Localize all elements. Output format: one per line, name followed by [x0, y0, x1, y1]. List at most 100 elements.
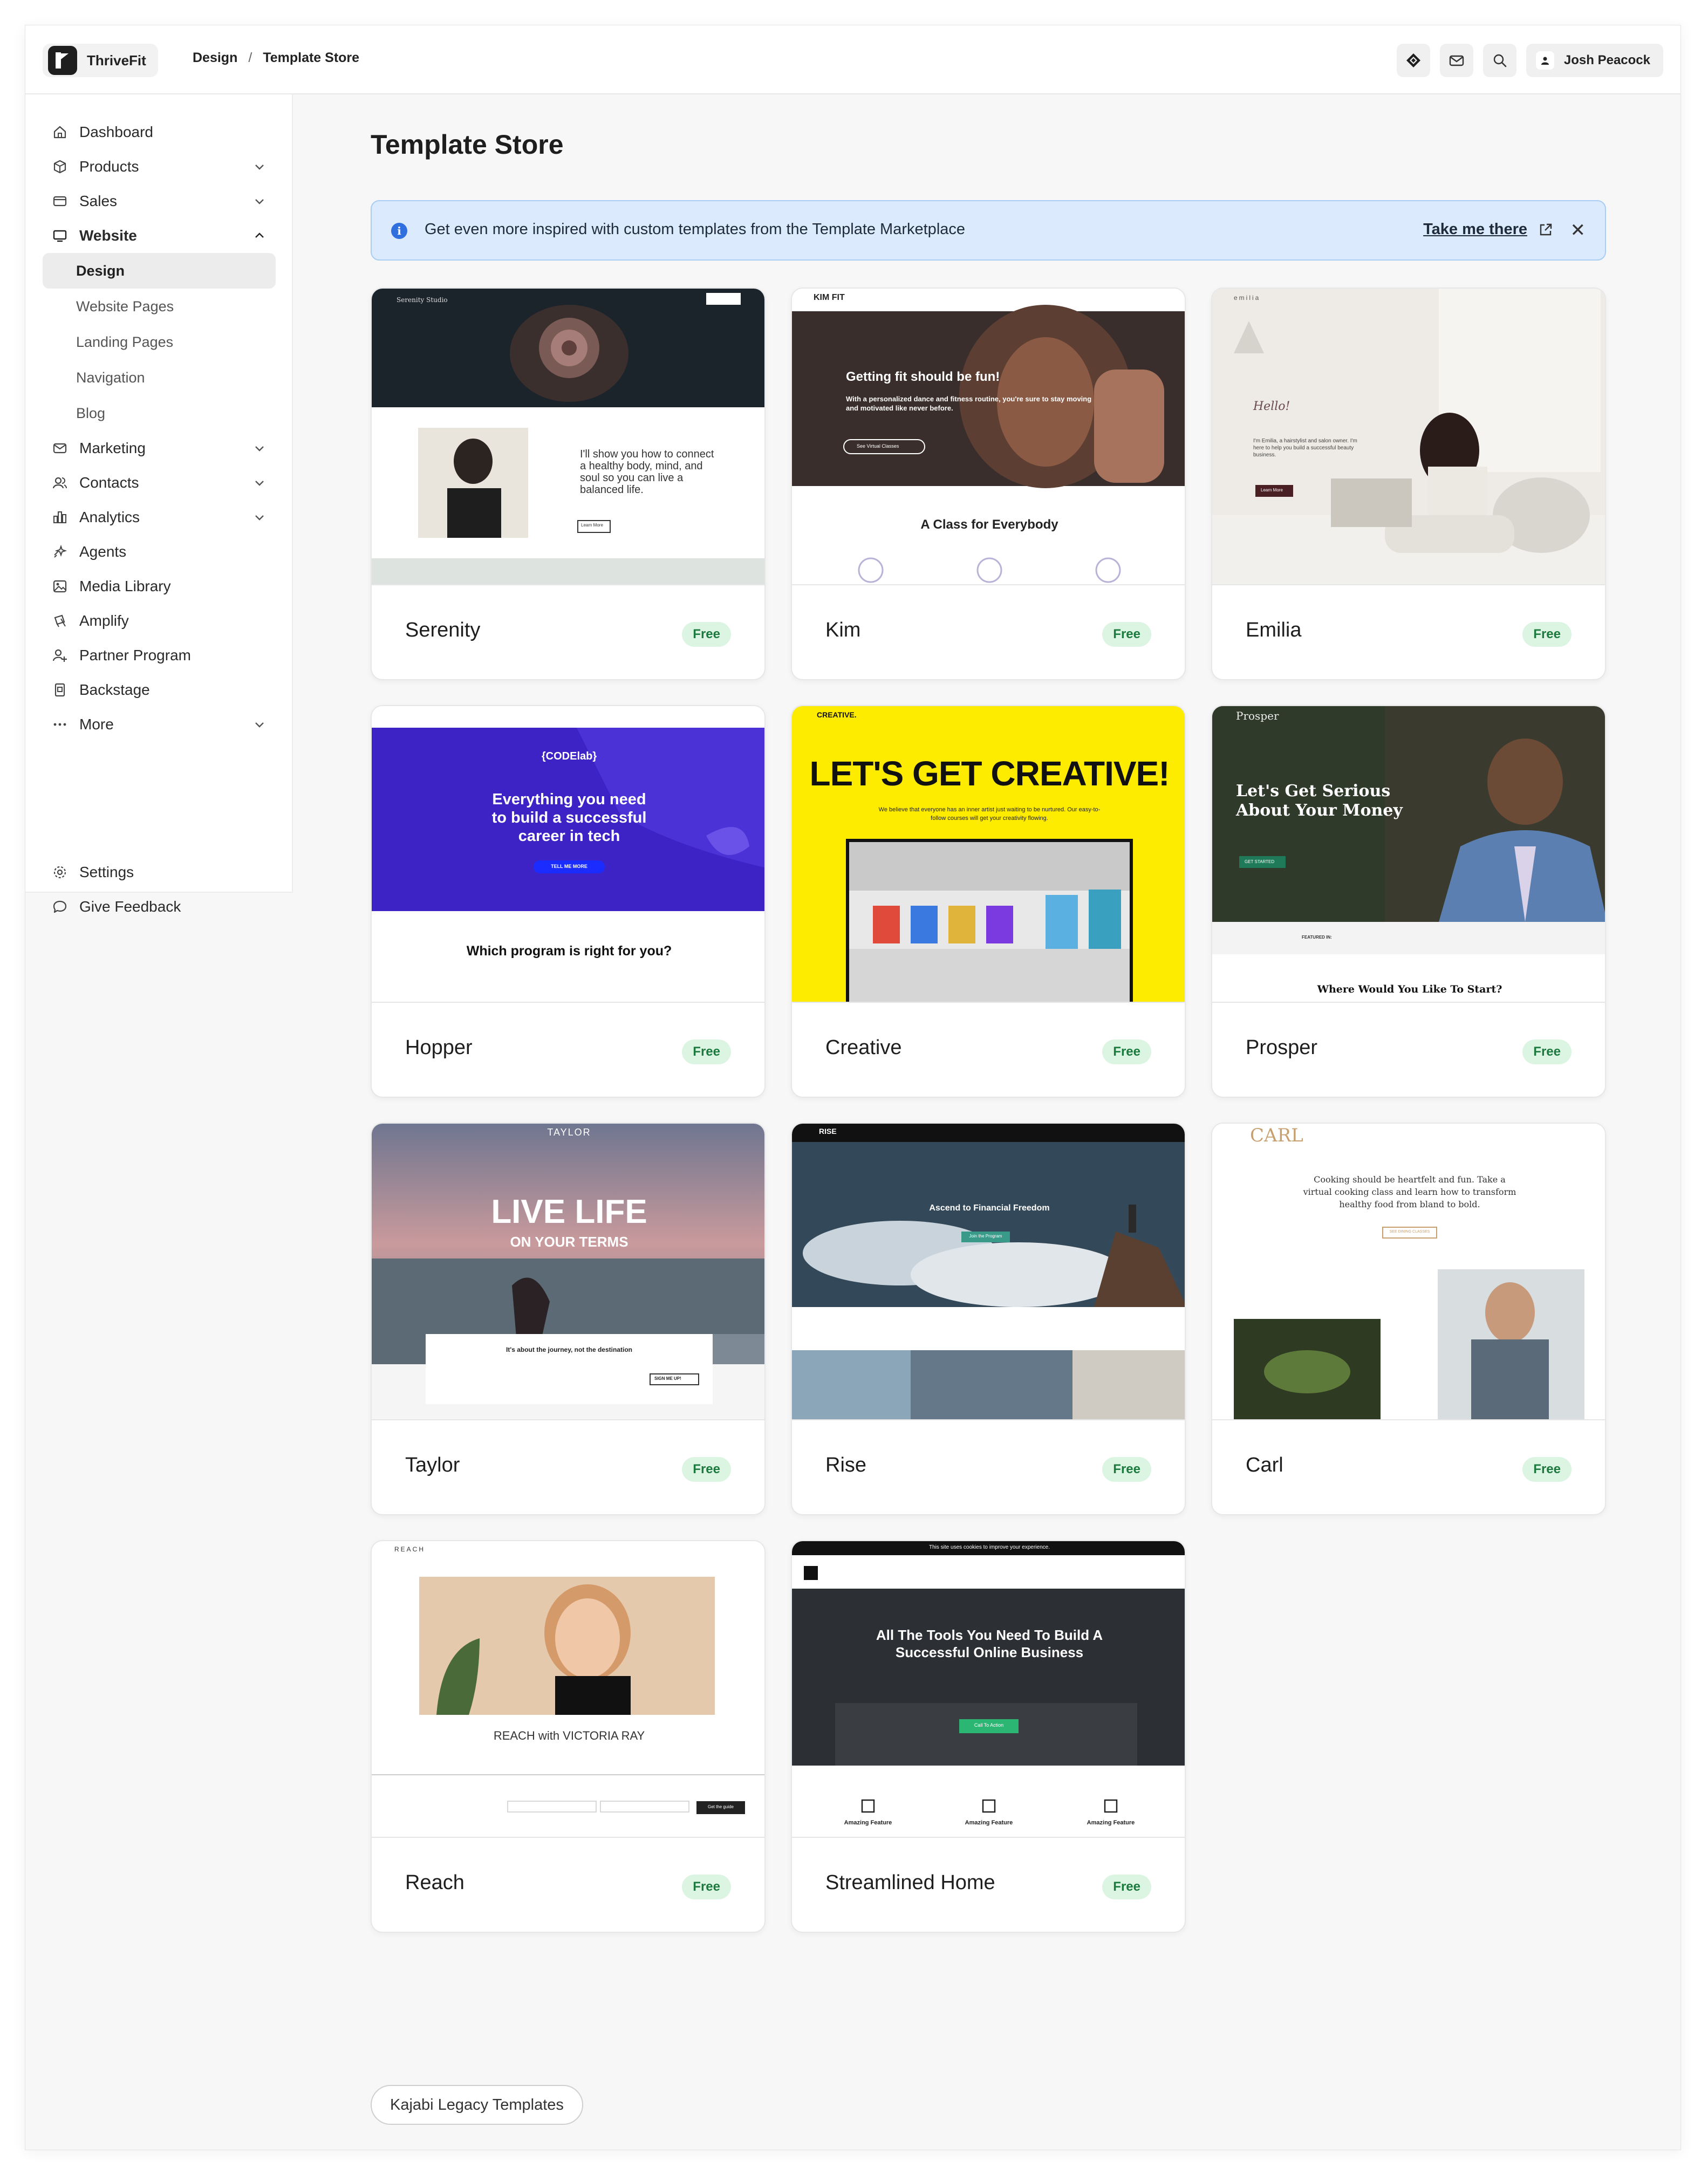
chevron-up-icon[interactable]	[253, 229, 266, 242]
sidebar-subitem-design[interactable]: Design	[43, 253, 276, 289]
preview-sub: ON YOUR TERMS	[510, 1234, 628, 1250]
preview-cta: Learn More	[1261, 488, 1283, 493]
breadcrumb-separator: /	[248, 50, 252, 65]
template-card-rise[interactable]: RISE Ascend to Financial Freedom Join th…	[791, 1123, 1186, 1515]
user-menu-button[interactable]: Josh Peacock	[1526, 44, 1663, 77]
preview-brand: Prosper	[1236, 709, 1279, 722]
template-card-reach[interactable]: REACH REACH with VICTORIA RAY Get the gu…	[371, 1540, 766, 1933]
template-name: Streamlined Home	[825, 1871, 995, 1894]
chevron-down-icon[interactable]	[253, 195, 266, 208]
sidebar-item-more[interactable]: More	[43, 707, 276, 742]
search-icon	[1493, 54, 1507, 67]
diamond-button[interactable]	[1396, 44, 1430, 77]
take-me-there-link[interactable]: Take me there	[1423, 221, 1553, 238]
sidebar-subitem-navigation[interactable]: Navigation	[43, 360, 276, 395]
sidebar-item-label: Marketing	[79, 440, 146, 456]
preview-cookie-notice: This site uses cookies to improve your e…	[929, 1544, 1050, 1550]
template-preview: emilia Hello! I'm Emilia, a hairstylist …	[1212, 289, 1605, 585]
inbox-button[interactable]	[1439, 44, 1473, 77]
template-card-serenity[interactable]: Serenity Studio I'll show you how to con…	[371, 288, 766, 680]
price-badge: Free	[1102, 1457, 1151, 1482]
template-card-streamlined-home[interactable]: This site uses cookies to improve your e…	[791, 1540, 1186, 1933]
chat-icon	[53, 900, 67, 913]
sidebar-item-label: Contacts	[79, 474, 139, 491]
template-name: Reach	[405, 1871, 464, 1894]
preview-headline: REACH with VICTORIA RAY	[493, 1729, 645, 1742]
preview-brand: CARL	[1250, 1125, 1303, 1146]
partner-icon	[52, 649, 67, 662]
user-name: Josh Peacock	[1563, 53, 1650, 67]
sidebar-item-products[interactable]: Products	[43, 149, 276, 184]
price-badge: Free	[1102, 1039, 1151, 1064]
banner-link-label: Take me there	[1423, 221, 1527, 238]
sidebar-item-website[interactable]: Website	[43, 218, 276, 253]
preview-brand: RISE	[819, 1127, 837, 1136]
price-badge: Free	[1522, 1039, 1572, 1064]
template-card-emilia[interactable]: emilia Hello! I'm Emilia, a hairstylist …	[1211, 288, 1606, 680]
sidebar-item-media-library[interactable]: Media Library	[43, 569, 276, 604]
template-card-hopper[interactable]: {CODElab} Everything you need to build a…	[371, 705, 766, 1098]
brand-switcher[interactable]: ThriveFit	[43, 44, 158, 77]
price-badge: Free	[1522, 622, 1572, 647]
sidebar-subitem-blog[interactable]: Blog	[43, 395, 276, 431]
chevron-down-icon[interactable]	[253, 511, 266, 524]
template-preview: {CODElab} Everything you need to build a…	[372, 706, 764, 1003]
template-card-prosper[interactable]: Prosper Let's Get Serious About Your Mon…	[1211, 705, 1606, 1098]
template-name: Taylor	[405, 1454, 460, 1476]
preview-cta: SIGN ME UP!	[654, 1376, 681, 1381]
price-badge: Free	[682, 1457, 731, 1482]
preview-headline: Everything you need to build a successfu…	[491, 791, 647, 845]
chevron-down-icon[interactable]	[253, 476, 266, 489]
template-card-kim[interactable]: KIM FIT Getting fit should be fun! With …	[791, 288, 1186, 680]
search-button[interactable]	[1482, 44, 1516, 77]
template-name: Emilia	[1246, 619, 1302, 641]
template-card-carl[interactable]: CARL Cooking should be heartfelt and fun…	[1211, 1123, 1606, 1515]
price-badge: Free	[682, 1039, 731, 1064]
chevron-down-icon[interactable]	[253, 442, 266, 455]
sidebar-item-backstage[interactable]: Backstage	[43, 673, 276, 707]
gear-icon	[53, 866, 66, 879]
sidebar-subitem-website-pages[interactable]: Website Pages	[43, 289, 276, 324]
preview-hello: Hello!	[1253, 400, 1290, 413]
template-card-taylor[interactable]: TAYLOR LIVE LIFE ON YOUR TERMS It's abou…	[371, 1123, 766, 1515]
sidebar-item-analytics[interactable]: Analytics	[43, 500, 276, 535]
sidebar-item-marketing[interactable]: Marketing	[43, 431, 276, 466]
chevron-down-icon[interactable]	[253, 160, 266, 173]
preview-brand: KIM FIT	[814, 293, 845, 302]
price-badge: Free	[1102, 1875, 1151, 1899]
sidebar-item-label: Agents	[79, 543, 127, 560]
sidebar-subitem-landing-pages[interactable]: Landing Pages	[43, 324, 276, 360]
breadcrumb-current: Template Store	[263, 50, 360, 65]
preview-section-title: Where Would You Like To Start?	[1317, 983, 1502, 995]
price-badge: Free	[1102, 622, 1151, 647]
preview-cta: SEE DINING CLASSES	[1389, 1230, 1430, 1234]
sidebar-item-settings[interactable]: Settings	[43, 855, 276, 890]
template-preview: CARL Cooking should be heartfelt and fun…	[1212, 1124, 1605, 1420]
preview-feature: Amazing Feature	[844, 1820, 892, 1826]
preview-cta: Learn More	[581, 523, 603, 528]
breadcrumb-design[interactable]: Design	[193, 50, 237, 66]
preview-sub: We believe that everyone has an inner ar…	[878, 806, 1101, 822]
sidebar-item-label: Analytics	[79, 509, 140, 525]
preview-headline: Getting fit should be fun!	[846, 370, 1000, 384]
sidebar-item-agents[interactable]: Agents	[43, 535, 276, 569]
template-name: Rise	[825, 1454, 867, 1476]
breadcrumb: Design / Template Store	[193, 50, 359, 66]
template-name: Carl	[1246, 1454, 1283, 1476]
sidebar-item-partner-program[interactable]: Partner Program	[43, 638, 276, 673]
sidebar-item-label: Settings	[79, 864, 134, 880]
preview-headline: Ascend to Financial Freedom	[929, 1203, 1050, 1213]
close-icon[interactable]: ✕	[1570, 220, 1586, 241]
template-card-creative[interactable]: CREATIVE. LET'S GET CREATIVE! We believe…	[791, 705, 1186, 1098]
sidebar-item-give-feedback[interactable]: Give Feedback	[43, 890, 276, 924]
sidebar-item-amplify[interactable]: Amplify	[43, 604, 276, 638]
legacy-templates-button[interactable]: Kajabi Legacy Templates	[371, 2085, 583, 2125]
preview-headline: LIVE LIFE	[491, 1193, 647, 1230]
template-preview: This site uses cookies to improve your e…	[792, 1541, 1185, 1838]
sidebar-item-dashboard[interactable]: Dashboard	[43, 115, 276, 149]
template-name: Creative	[825, 1036, 902, 1059]
preview-text: Cooking should be heartfelt and fun. Tak…	[1303, 1174, 1516, 1209]
sidebar-item-contacts[interactable]: Contacts	[43, 466, 276, 500]
chevron-down-icon[interactable]	[253, 718, 266, 731]
sidebar-item-sales[interactable]: Sales	[43, 184, 276, 218]
